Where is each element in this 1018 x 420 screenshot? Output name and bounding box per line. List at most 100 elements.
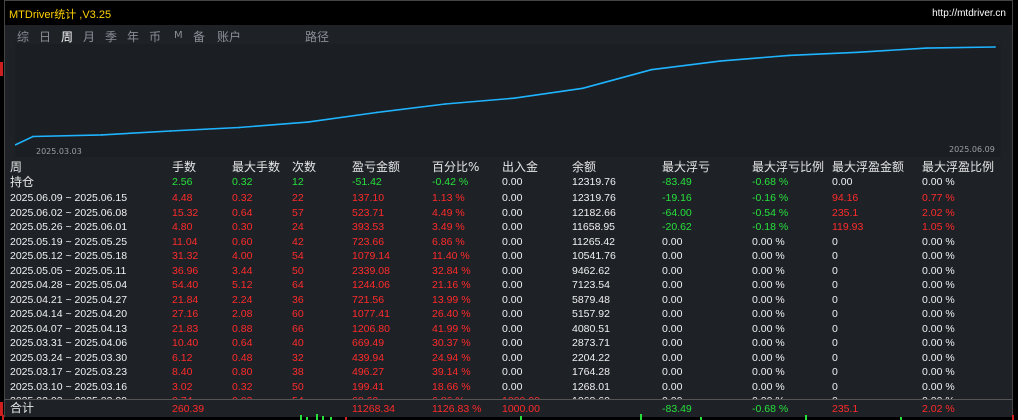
table-row[interactable]: 2025.03.17 ~ 2025.03.23 8.40 0.80 38 496.27 3… <box>8 366 1008 378</box>
title-bar: MTDriver统计 ,V3.25 http://mtdriver.cn <box>5 1 1012 25</box>
cell-deposit: 0.00 <box>502 235 523 248</box>
tab-week[interactable]: 周 <box>61 28 73 45</box>
position-count: 12 <box>292 176 304 188</box>
table-row[interactable]: 2025.03.24 ~ 2025.03.30 6.12 0.48 32 439.94 2… <box>8 352 1008 364</box>
table-row[interactable]: 2025.06.02 ~ 2025.06.08 15.32 0.64 57 523.71… <box>8 207 1008 219</box>
cell-pnl: 439.94 <box>352 351 385 364</box>
cell-lots: 11.04 <box>172 235 198 248</box>
cell-max-lots: 2.08 <box>232 308 253 320</box>
cell-count: 50 <box>292 380 304 393</box>
header-lots: 手数 <box>172 160 197 174</box>
volume-bar <box>520 416 522 420</box>
cell-pnl: 723.66 <box>352 235 385 248</box>
tab-path[interactable]: 路径 <box>305 28 329 45</box>
cell-lots: 54.40 <box>172 279 199 291</box>
cell-pct: 11.40 % <box>432 250 470 262</box>
cell-balance: 12319.76 <box>572 192 616 204</box>
table-row[interactable]: 2025.03.10 ~ 2025.03.16 3.02 0.32 50 199.41 1… <box>8 381 1008 393</box>
volume-bar <box>805 415 807 420</box>
tab-account[interactable]: 账户 <box>217 28 241 45</box>
table-row[interactable]: 2025.05.12 ~ 2025.05.18 31.32 4.00 54 1079.1… <box>8 250 1008 262</box>
balance-point <box>169 130 172 132</box>
cell-max-float-profit-pct: 0.00 % <box>922 322 955 335</box>
header-max-lots: 最大手数 <box>232 160 281 174</box>
cell-period: 2025.03.24 ~ 2025.03.30 <box>10 351 128 364</box>
table-row[interactable]: 2025.05.05 ~ 2025.05.11 36.96 3.44 50 2339.0… <box>8 265 1008 277</box>
cell-count: 24 <box>292 221 304 233</box>
volume-bar <box>316 414 318 420</box>
cell-max-float-loss: 0.00 <box>662 293 683 306</box>
balance-point <box>32 135 34 138</box>
position-pnl: -51.42 <box>352 176 382 188</box>
table-row[interactable]: 2025.05.19 ~ 2025.05.25 11.04 0.60 42 723.66… <box>8 236 1008 248</box>
tab-month[interactable]: 月 <box>83 28 95 45</box>
tab-day[interactable]: 日 <box>39 28 51 45</box>
balance-series-line <box>15 46 996 146</box>
tab-quarter[interactable]: 季 <box>105 28 117 45</box>
header-max-float-profit-pct: 最大浮盈比例 <box>922 160 995 174</box>
cell-max-lots: 2.24 <box>232 293 253 306</box>
cell-balance: 11658.95 <box>572 221 616 233</box>
tab-notes[interactable]: 备 <box>193 28 205 45</box>
cell-max-float-loss-pct: 0.00 % <box>752 322 785 335</box>
cell-max-lots: 0.32 <box>232 380 253 393</box>
cell-pnl: 1077.41 <box>352 308 390 320</box>
position-max-float-profit-pct: 0.00 % <box>922 176 955 188</box>
table-row[interactable]: 2025.05.26 ~ 2025.06.01 4.80 0.30 24 393.53 3… <box>8 221 1008 233</box>
cell-pct: 24.94 % <box>432 351 471 364</box>
cell-max-float-loss-pct: -0.16 % <box>752 192 789 204</box>
cell-balance: 10541.76 <box>572 250 616 262</box>
balance-chart: 2025.03.03 2025.06.09 <box>15 44 1001 157</box>
tab-year[interactable]: 年 <box>127 28 139 45</box>
cell-lots: 10.40 <box>172 337 199 349</box>
table-row[interactable]: 2025.04.21 ~ 2025.04.27 21.84 2.24 36 721.56… <box>8 294 1008 306</box>
table-row[interactable]: 2025.04.07 ~ 2025.04.13 21.83 0.88 66 1206.8… <box>8 323 1008 335</box>
balance-point <box>307 121 309 123</box>
cell-deposit: 0.00 <box>502 322 523 335</box>
cell-max-float-loss: 0.00 <box>662 308 683 320</box>
site-link[interactable]: http://mtdriver.cn <box>932 8 1006 19</box>
cell-max-float-loss-pct: 0.00 % <box>752 366 785 378</box>
cell-period: 2025.06.02 ~ 2025.06.08 <box>10 206 128 219</box>
cell-lots: 27.16 <box>172 308 199 320</box>
tab-overview[interactable]: 综 <box>17 28 29 45</box>
cell-lots: 6.12 <box>172 351 193 364</box>
cell-pnl: 669.49 <box>352 337 385 349</box>
balance-point <box>925 47 928 49</box>
table-row[interactable]: 2025.06.09 ~ 2025.06.15 4.48 0.32 22 137.10 1… <box>8 192 1008 204</box>
cell-balance: 2204.22 <box>572 351 610 364</box>
cell-max-float-loss: 0.00 <box>662 380 683 393</box>
header-deposit: 出入金 <box>502 160 539 174</box>
cell-count: 36 <box>292 293 304 306</box>
cell-max-float-loss: 0.00 <box>662 264 683 277</box>
header-pct: 百分比% <box>432 160 480 174</box>
cell-max-float-profit-pct: 0.00 % <box>922 279 955 291</box>
header-max-float-profit: 最大浮盈金额 <box>832 160 905 174</box>
cell-max-float-profit: 0 <box>832 279 838 291</box>
cell-pct: 3.49 % <box>432 221 465 233</box>
chart-start-date: 2025.03.03 <box>36 147 82 156</box>
table-row[interactable]: 2025.03.31 ~ 2025.04.06 10.40 0.64 40 669.49… <box>8 337 1008 349</box>
cell-period: 2025.06.09 ~ 2025.06.15 <box>10 192 128 204</box>
cell-max-float-loss-pct: 0.00 % <box>752 250 785 262</box>
cell-pnl: 137.10 <box>352 192 385 204</box>
cell-pnl: 393.53 <box>352 221 385 233</box>
cell-period: 2025.04.28 ~ 2025.05.04 <box>10 279 128 291</box>
cell-period: 2025.03.31 ~ 2025.04.06 <box>10 337 128 349</box>
cell-pct: 6.86 % <box>432 235 465 248</box>
cell-period: 2025.04.14 ~ 2025.04.20 <box>10 308 128 320</box>
cell-pct: 1.13 % <box>432 192 465 204</box>
cell-period: 2025.05.26 ~ 2025.06.01 <box>10 221 128 233</box>
cell-max-float-profit-pct: 0.77 % <box>922 192 955 204</box>
cell-max-float-loss: -20.62 <box>662 221 692 233</box>
table-row[interactable]: 2025.04.14 ~ 2025.04.20 27.16 2.08 60 1077.4… <box>8 308 1008 320</box>
cell-max-float-profit: 0 <box>832 293 838 306</box>
position-label: 持仓 <box>10 175 35 189</box>
cell-pct: 30.37 % <box>432 337 471 349</box>
table-row[interactable]: 2025.04.28 ~ 2025.05.04 54.40 5.12 64 1244.0… <box>8 279 1008 291</box>
cell-max-float-loss-pct: 0.00 % <box>752 279 785 291</box>
cell-deposit: 0.00 <box>502 351 523 364</box>
cell-lots: 3.02 <box>172 380 193 393</box>
tab-m[interactable]: M <box>174 30 183 41</box>
tab-currency[interactable]: 币 <box>149 28 161 45</box>
